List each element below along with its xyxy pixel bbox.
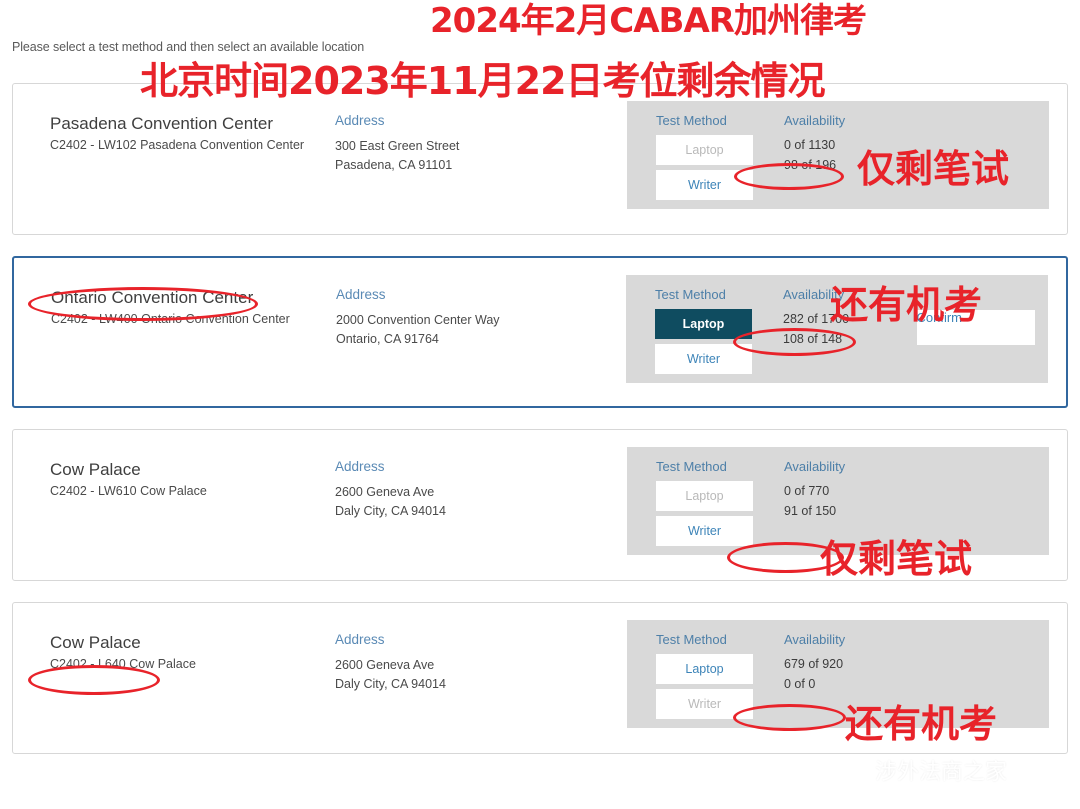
address-line-1: 2600 Geneva Ave xyxy=(335,485,435,499)
venue-name: Cow Palace xyxy=(50,633,141,652)
laptop-button: Laptop xyxy=(656,135,753,165)
availability-header: Availability xyxy=(784,459,846,474)
test-method-header: Test Method xyxy=(656,632,727,647)
test-method-header: Test Method xyxy=(656,113,727,128)
availability-writer: 98 of 196 xyxy=(784,158,837,173)
availability-writer: 0 of 0 xyxy=(784,677,816,692)
address-line-1: 2600 Geneva Ave xyxy=(335,658,435,672)
address-block: Address 2000 Convention Center Way Ontar… xyxy=(314,258,594,350)
page-instruction: Please select a test method and then sel… xyxy=(12,40,365,54)
location-card[interactable]: Cow Palace C2402 - LW610 Cow Palace Addr… xyxy=(12,429,1068,581)
address-block: Address 2600 Geneva Ave Daly City, CA 94… xyxy=(313,603,593,695)
address-block: Address 2600 Geneva Ave Daly City, CA 94… xyxy=(313,430,593,522)
availability-panel: Test Method Laptop Writer Availability 0… xyxy=(627,101,1049,209)
venue-name: Ontario Convention Center xyxy=(51,288,254,307)
address-line-2: Daly City, CA 94014 xyxy=(335,504,446,519)
test-method-header: Test Method xyxy=(656,459,727,474)
availability-laptop: 679 of 920 xyxy=(784,657,844,671)
address-label: Address xyxy=(336,287,386,302)
address-label: Address xyxy=(335,113,385,128)
availability-column: Availability 679 of 920 0 of 0 xyxy=(784,632,904,728)
availability-column: Availability 0 of 1130 98 of 196 xyxy=(784,113,904,209)
address-line-1: 2000 Convention Center Way xyxy=(336,313,500,327)
address-line-2: Ontario, CA 91764 xyxy=(336,332,439,347)
availability-writer: 108 of 148 xyxy=(783,332,843,347)
venue-code: C2402 - LW400 Ontario Convention Center xyxy=(51,312,290,327)
venue-info: Ontario Convention Center C2402 - LW400 … xyxy=(14,258,314,326)
venue-name: Cow Palace xyxy=(50,460,141,479)
venue-info: Pasadena Convention Center C2402 - LW102… xyxy=(13,84,313,152)
action-column xyxy=(904,632,1049,728)
laptop-button[interactable]: Laptop xyxy=(655,309,752,339)
availability-column: Availability 0 of 770 91 of 150 xyxy=(784,459,904,555)
availability-panel: Test Method Laptop Writer Availability 6… xyxy=(627,620,1049,728)
test-method-column: Test Method Laptop Writer xyxy=(655,287,783,383)
test-method-header: Test Method xyxy=(655,287,726,302)
test-method-column: Test Method Laptop Writer xyxy=(656,113,784,209)
venue-code: C2402 - L640 Cow Palace xyxy=(50,657,196,672)
location-card-list: Pasadena Convention Center C2402 - LW102… xyxy=(12,83,1068,775)
availability-writer: 91 of 150 xyxy=(784,504,837,519)
venue-code: C2402 - LW102 Pasadena Convention Center xyxy=(50,138,305,153)
location-card-selected[interactable]: Ontario Convention Center C2402 - LW400 … xyxy=(12,256,1068,408)
address-label: Address xyxy=(335,459,385,474)
laptop-button: Laptop xyxy=(656,481,753,511)
writer-button[interactable]: Writer xyxy=(656,516,753,546)
venue-info: Cow Palace C2402 - L640 Cow Palace xyxy=(13,603,313,671)
venue-name: Pasadena Convention Center xyxy=(50,114,274,133)
address-line-2: Pasadena, CA 91101 xyxy=(335,158,453,173)
test-method-column: Test Method Laptop Writer xyxy=(656,632,784,728)
writer-button[interactable]: Writer xyxy=(656,170,753,200)
availability-header: Availability xyxy=(784,113,846,128)
availability-laptop: 0 of 1130 xyxy=(784,138,836,152)
venue-code: C2402 - LW610 Cow Palace xyxy=(50,484,207,499)
location-card[interactable]: Cow Palace C2402 - L640 Cow Palace Addre… xyxy=(12,602,1068,754)
address-block: Address 300 East Green Street Pasadena, … xyxy=(313,84,593,176)
availability-laptop: 0 of 770 xyxy=(784,484,830,498)
test-method-column: Test Method Laptop Writer xyxy=(656,459,784,555)
location-card[interactable]: Pasadena Convention Center C2402 - LW102… xyxy=(12,83,1068,235)
action-column: Confirm xyxy=(903,287,1048,383)
address-line-1: 300 East Green Street xyxy=(335,139,460,153)
address-label: Address xyxy=(335,632,385,647)
availability-column: Availability 282 of 1700 108 of 148 xyxy=(783,287,903,383)
confirm-button[interactable]: Confirm xyxy=(916,309,1035,345)
address-line-2: Daly City, CA 94014 xyxy=(335,677,446,692)
action-column xyxy=(904,459,1049,555)
availability-header: Availability xyxy=(784,632,846,647)
availability-header: Availability xyxy=(783,287,845,302)
writer-button: Writer xyxy=(656,689,753,719)
annotation-title-line-1: 2024年2月CABAR加州律考 xyxy=(430,1,867,41)
venue-info: Cow Palace C2402 - LW610 Cow Palace xyxy=(13,430,313,498)
laptop-button[interactable]: Laptop xyxy=(656,654,753,684)
action-column xyxy=(904,113,1049,209)
writer-button[interactable]: Writer xyxy=(655,344,752,374)
availability-laptop: 282 of 1700 xyxy=(783,312,850,326)
availability-panel: Test Method Laptop Writer Availability 0… xyxy=(627,447,1049,555)
availability-panel: Test Method Laptop Writer Availability 2… xyxy=(626,275,1048,383)
